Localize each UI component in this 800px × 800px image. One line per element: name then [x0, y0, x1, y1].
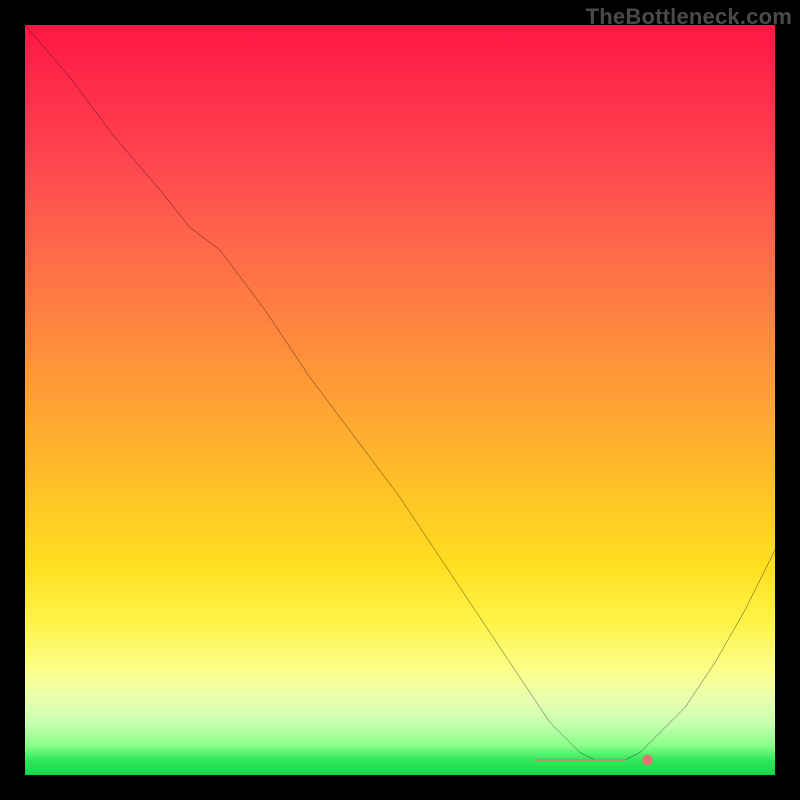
min-markers [535, 755, 653, 766]
chart-container: TheBottleneck.com [0, 0, 800, 800]
frame-left [0, 0, 25, 800]
frame-bottom [0, 775, 800, 800]
plot-area [25, 25, 775, 775]
watermark-text: TheBottleneck.com [586, 4, 792, 30]
line-chart-svg [25, 25, 775, 775]
frame-right [775, 0, 800, 800]
bottleneck-curve-path [25, 25, 775, 760]
min-outlier-dot [642, 755, 653, 766]
